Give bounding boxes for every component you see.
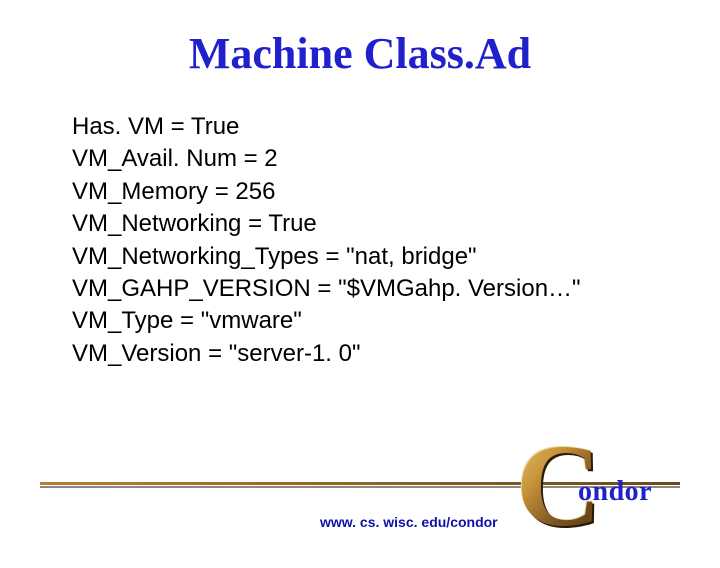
attr-line: VM_GAHP_VERSION = "$VMGahp. Version…" xyxy=(72,273,720,305)
attr-line: Has. VM = True xyxy=(72,111,720,143)
attr-line: VM_Type = "vmware" xyxy=(72,305,720,337)
logo-text: ondor xyxy=(578,476,652,508)
attr-line: VM_Avail. Num = 2 xyxy=(72,143,720,175)
attr-line: VM_Networking = True xyxy=(72,208,720,240)
condor-logo: C ondor xyxy=(516,430,676,550)
attr-line: VM_Memory = 256 xyxy=(72,176,720,208)
slide-title: Machine Class.Ad xyxy=(0,28,720,79)
attr-line: VM_Version = "server-1. 0" xyxy=(72,338,720,370)
footer-url: www. cs. wisc. edu/condor xyxy=(320,514,498,530)
attr-line: VM_Networking_Types = "nat, bridge" xyxy=(72,241,720,273)
classad-attributes: Has. VM = True VM_Avail. Num = 2 VM_Memo… xyxy=(72,111,720,370)
